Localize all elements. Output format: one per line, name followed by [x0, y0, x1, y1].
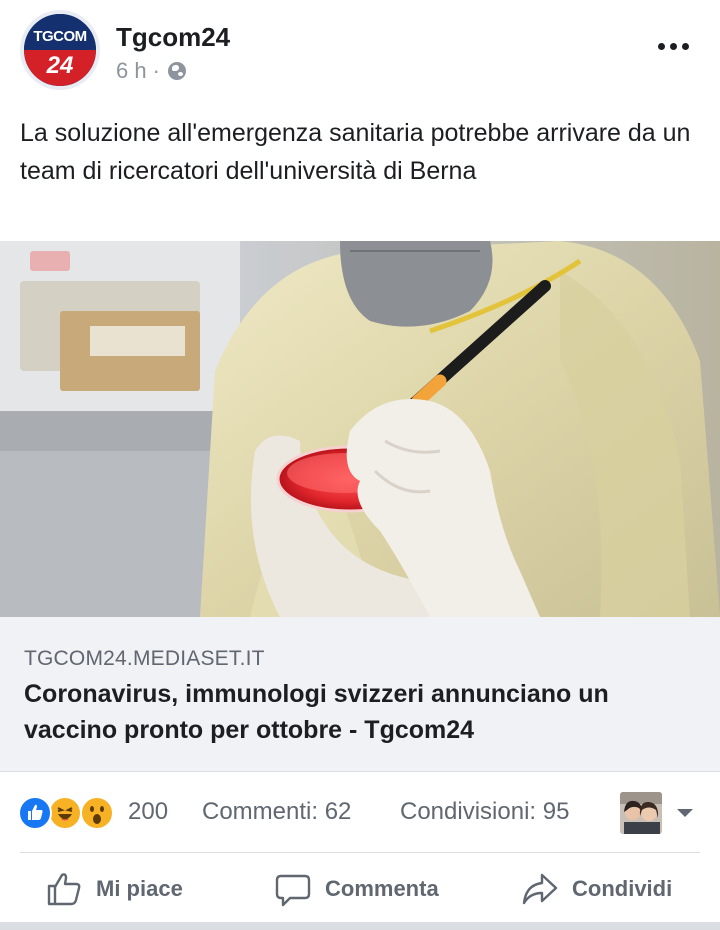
globe-icon: [167, 62, 186, 80]
post-time[interactable]: 6 h: [116, 58, 147, 84]
meta-separator: ·: [152, 58, 160, 83]
haha-reaction-icon: [48, 796, 82, 830]
link-domain: TGCOM24.MEDIASET.IT: [24, 647, 265, 670]
lab-photo: [0, 241, 720, 617]
comment-label: Commenta: [325, 876, 439, 901]
more-dot: [682, 42, 689, 50]
more-dot: [670, 42, 677, 50]
page-name[interactable]: Tgcom24: [116, 22, 230, 53]
reaction-count[interactable]: 200: [128, 798, 168, 826]
like-label: Mi piace: [96, 876, 183, 901]
post-bottom-border: [0, 922, 720, 930]
more-dot: [658, 42, 665, 50]
reactions-bar: 200 Commenti: 62 Condivisioni: 95: [0, 772, 720, 852]
action-bar: Mi piace Commenta Condividi: [0, 853, 720, 923]
post-image[interactable]: [0, 241, 720, 617]
chevron-down-icon[interactable]: [675, 806, 695, 820]
page-avatar[interactable]: TGCOM 24: [20, 10, 100, 90]
friends-avatar[interactable]: [620, 792, 662, 834]
comment-icon: [275, 874, 311, 907]
thumbs-up-icon: [47, 873, 81, 906]
post-text: La soluzione all'emergenza sanitaria pot…: [20, 119, 691, 185]
like-reaction-icon: [18, 796, 52, 830]
more-options-button[interactable]: [658, 36, 694, 56]
avatar-logo-number: 24: [46, 52, 74, 79]
share-icon: [522, 873, 558, 905]
reaction-icons[interactable]: [18, 796, 122, 832]
link-preview[interactable]: TGCOM24.MEDIASET.IT Coronavirus, immunol…: [0, 617, 720, 772]
share-label: Condividi: [572, 876, 673, 901]
comments-count[interactable]: Commenti: 62: [202, 798, 351, 826]
wow-reaction-icon: [80, 796, 114, 830]
shares-count[interactable]: Condivisioni: 95: [400, 798, 569, 826]
comment-button[interactable]: Commenta: [273, 867, 439, 911]
post-meta: 6 h ·: [116, 58, 186, 84]
like-button[interactable]: Mi piace: [44, 867, 183, 911]
post-header: TGCOM 24 Tgcom24 6 h ·: [0, 0, 720, 100]
avatar-logo-text: TGCOM: [33, 28, 87, 45]
link-title[interactable]: Coronavirus, immunologi svizzeri annunci…: [24, 676, 684, 748]
share-button[interactable]: Condividi: [520, 867, 672, 911]
